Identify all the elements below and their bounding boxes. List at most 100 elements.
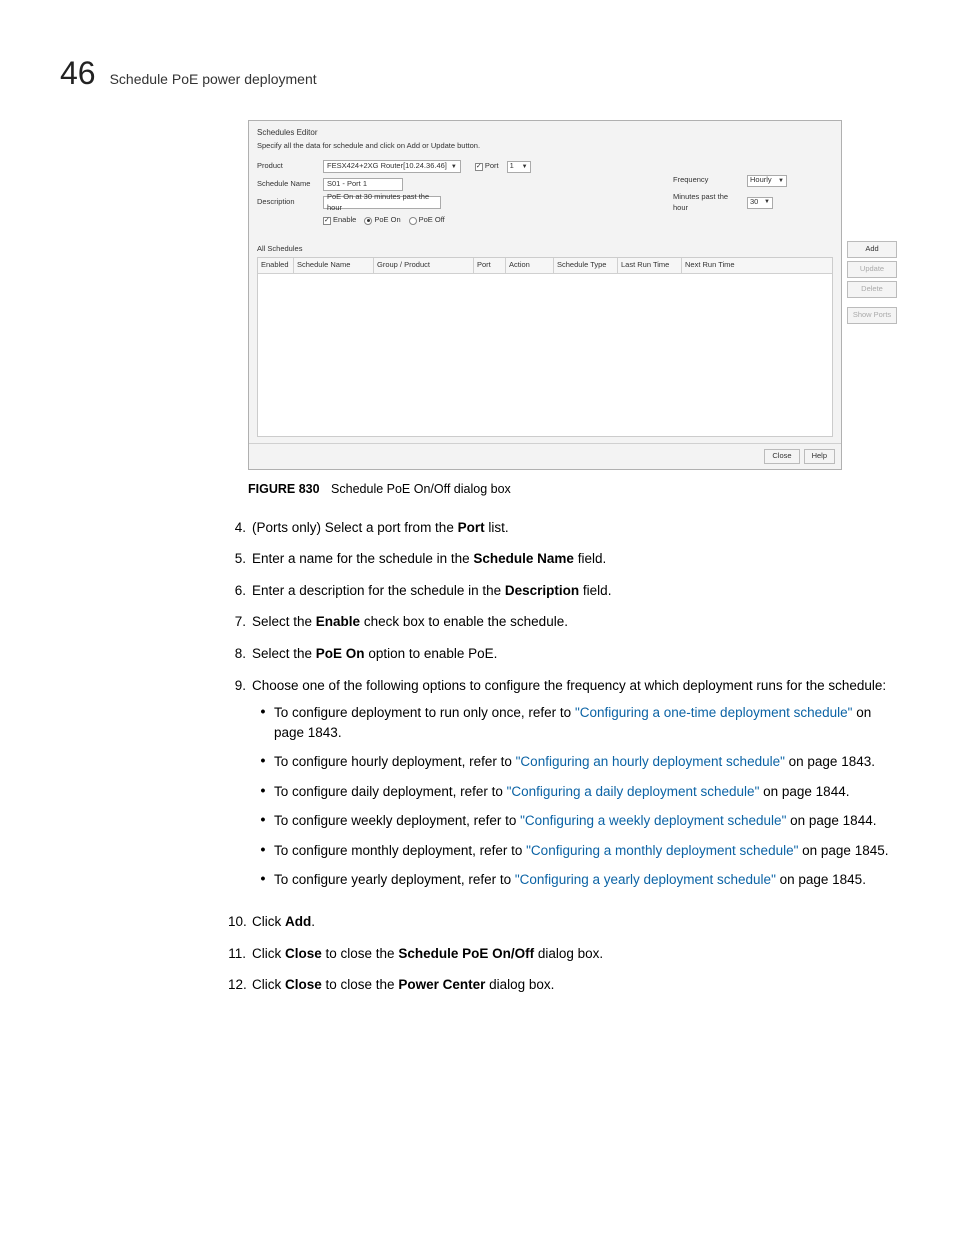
step-number: 8. bbox=[228, 644, 252, 664]
step-4: 4. (Ports only) Select a port from the P… bbox=[228, 518, 894, 538]
port-checkbox[interactable] bbox=[475, 163, 483, 171]
bullet-text: To configure hourly deployment, refer to bbox=[274, 754, 516, 769]
side-buttons: Add Update Delete Show Ports bbox=[847, 241, 897, 324]
step-text: check box to enable the schedule. bbox=[360, 614, 568, 629]
step-11: 11. Click Close to close the Schedule Po… bbox=[228, 944, 894, 964]
poe-on-radio[interactable] bbox=[364, 217, 372, 225]
description-label: Description bbox=[257, 197, 319, 208]
step-bold: Port bbox=[458, 520, 485, 535]
bullet-icon: • bbox=[252, 782, 274, 802]
step-bold: Add bbox=[285, 914, 311, 929]
update-button[interactable]: Update bbox=[847, 261, 897, 278]
bullet-text: To configure daily deployment, refer to bbox=[274, 784, 507, 799]
close-button[interactable]: Close bbox=[764, 449, 799, 464]
port-select[interactable]: 1 ▼ bbox=[507, 161, 531, 173]
link-monthly[interactable]: "Configuring a monthly deployment schedu… bbox=[526, 843, 798, 858]
figure-caption-text: Schedule PoE On/Off dialog box bbox=[331, 482, 511, 496]
bullet-list: • To configure deployment to run only on… bbox=[252, 703, 894, 890]
dialog-title: Schedules Editor bbox=[257, 127, 833, 141]
chevron-down-icon: ▼ bbox=[764, 198, 770, 207]
bullet-text: on page 1844. bbox=[786, 813, 876, 828]
delete-button[interactable]: Delete bbox=[847, 281, 897, 298]
bullet-text: To configure monthly deployment, refer t… bbox=[274, 843, 526, 858]
link-weekly[interactable]: "Configuring a weekly deployment schedul… bbox=[520, 813, 786, 828]
step-bold: Close bbox=[285, 946, 322, 961]
schedules-editor-dialog: Schedules Editor Specify all the data fo… bbox=[248, 120, 842, 469]
bullet-item: • To configure monthly deployment, refer… bbox=[252, 841, 894, 861]
step-12: 12. Click Close to close the Power Cente… bbox=[228, 975, 894, 995]
step-number: 6. bbox=[228, 581, 252, 601]
bullet-item: • To configure deployment to run only on… bbox=[252, 703, 894, 742]
step-number: 10. bbox=[228, 912, 252, 932]
chevron-down-icon: ▼ bbox=[522, 163, 528, 172]
page-header: 46 Schedule PoE power deployment bbox=[60, 50, 894, 96]
bullet-text: To configure deployment to run only once… bbox=[274, 705, 575, 720]
bullet-icon: • bbox=[252, 841, 274, 861]
col-schedule-name: Schedule Name bbox=[294, 258, 374, 273]
bullet-text: To configure yearly deployment, refer to bbox=[274, 872, 515, 887]
step-text: field. bbox=[574, 551, 606, 566]
step-7: 7. Select the Enable check box to enable… bbox=[228, 612, 894, 632]
poe-off-radio[interactable] bbox=[409, 217, 417, 225]
step-bold: Description bbox=[505, 583, 579, 598]
step-text: Select the bbox=[252, 646, 316, 661]
enable-checkbox[interactable] bbox=[323, 217, 331, 225]
step-text: . bbox=[311, 914, 315, 929]
schedules-table[interactable]: Enabled Schedule Name Group / Product Po… bbox=[257, 257, 833, 437]
help-button[interactable]: Help bbox=[804, 449, 835, 464]
step-text: Click bbox=[252, 914, 285, 929]
bullet-text: on page 1843. bbox=[785, 754, 875, 769]
step-bold: Enable bbox=[316, 614, 360, 629]
bullet-text: To configure weekly deployment, refer to bbox=[274, 813, 520, 828]
step-text: Enter a description for the schedule in … bbox=[252, 583, 505, 598]
minutes-past-value: 30 bbox=[750, 197, 758, 208]
bullet-item: • To configure yearly deployment, refer … bbox=[252, 870, 894, 890]
col-group-product: Group / Product bbox=[374, 258, 474, 273]
step-text: (Ports only) Select a port from the bbox=[252, 520, 458, 535]
link-yearly[interactable]: "Configuring a yearly deployment schedul… bbox=[515, 872, 776, 887]
step-number: 5. bbox=[228, 549, 252, 569]
bullet-icon: • bbox=[252, 811, 274, 831]
link-daily[interactable]: "Configuring a daily deployment schedule… bbox=[507, 784, 760, 799]
frequency-select[interactable]: Hourly ▼ bbox=[747, 175, 787, 187]
step-number: 11. bbox=[228, 944, 252, 964]
all-schedules-label: All Schedules bbox=[257, 244, 833, 255]
step-9: 9. Choose one of the following options t… bbox=[228, 676, 894, 901]
chevron-down-icon: ▼ bbox=[778, 177, 784, 186]
bullet-icon: • bbox=[252, 870, 274, 890]
frequency-select-value: Hourly bbox=[750, 175, 772, 186]
col-next-run-time: Next Run Time bbox=[682, 258, 832, 273]
step-text: Select the bbox=[252, 614, 316, 629]
link-one-time[interactable]: "Configuring a one-time deployment sched… bbox=[575, 705, 853, 720]
step-5: 5. Enter a name for the schedule in the … bbox=[228, 549, 894, 569]
product-select[interactable]: FESX424+2XG Router[10.24.36.46] ▼ bbox=[323, 160, 461, 173]
link-hourly[interactable]: "Configuring an hourly deployment schedu… bbox=[516, 754, 785, 769]
bullet-item: • To configure hourly deployment, refer … bbox=[252, 752, 894, 772]
frequency-label: Frequency bbox=[673, 175, 743, 186]
poe-on-label: PoE On bbox=[374, 215, 400, 226]
bullet-text: on page 1845. bbox=[798, 843, 888, 858]
add-button[interactable]: Add bbox=[847, 241, 897, 258]
poe-off-label: PoE Off bbox=[419, 215, 445, 226]
figure-caption: FIGURE 830 Schedule PoE On/Off dialog bo… bbox=[248, 480, 894, 498]
port-select-value: 1 bbox=[510, 161, 514, 172]
description-input[interactable]: PoE On at 30 minutes past the hour bbox=[323, 196, 441, 209]
bullet-icon: • bbox=[252, 703, 274, 742]
show-ports-button[interactable]: Show Ports bbox=[847, 307, 897, 324]
product-label: Product bbox=[257, 161, 319, 172]
schedule-name-input[interactable]: S01 - Port 1 bbox=[323, 178, 403, 191]
step-text: dialog box. bbox=[534, 946, 603, 961]
page-number: 46 bbox=[60, 50, 96, 96]
col-schedule-type: Schedule Type bbox=[554, 258, 618, 273]
steps-list: 4. (Ports only) Select a port from the P… bbox=[228, 518, 894, 995]
step-text: option to enable PoE. bbox=[365, 646, 498, 661]
step-bold: Close bbox=[285, 977, 322, 992]
col-port: Port bbox=[474, 258, 506, 273]
step-number: 7. bbox=[228, 612, 252, 632]
step-bold: Schedule Name bbox=[473, 551, 574, 566]
minutes-past-select[interactable]: 30 ▼ bbox=[747, 197, 773, 209]
minutes-past-label: Minutes past the hour bbox=[673, 192, 743, 214]
step-number: 9. bbox=[228, 676, 252, 696]
schedule-name-label: Schedule Name bbox=[257, 179, 319, 190]
step-number: 12. bbox=[228, 975, 252, 995]
